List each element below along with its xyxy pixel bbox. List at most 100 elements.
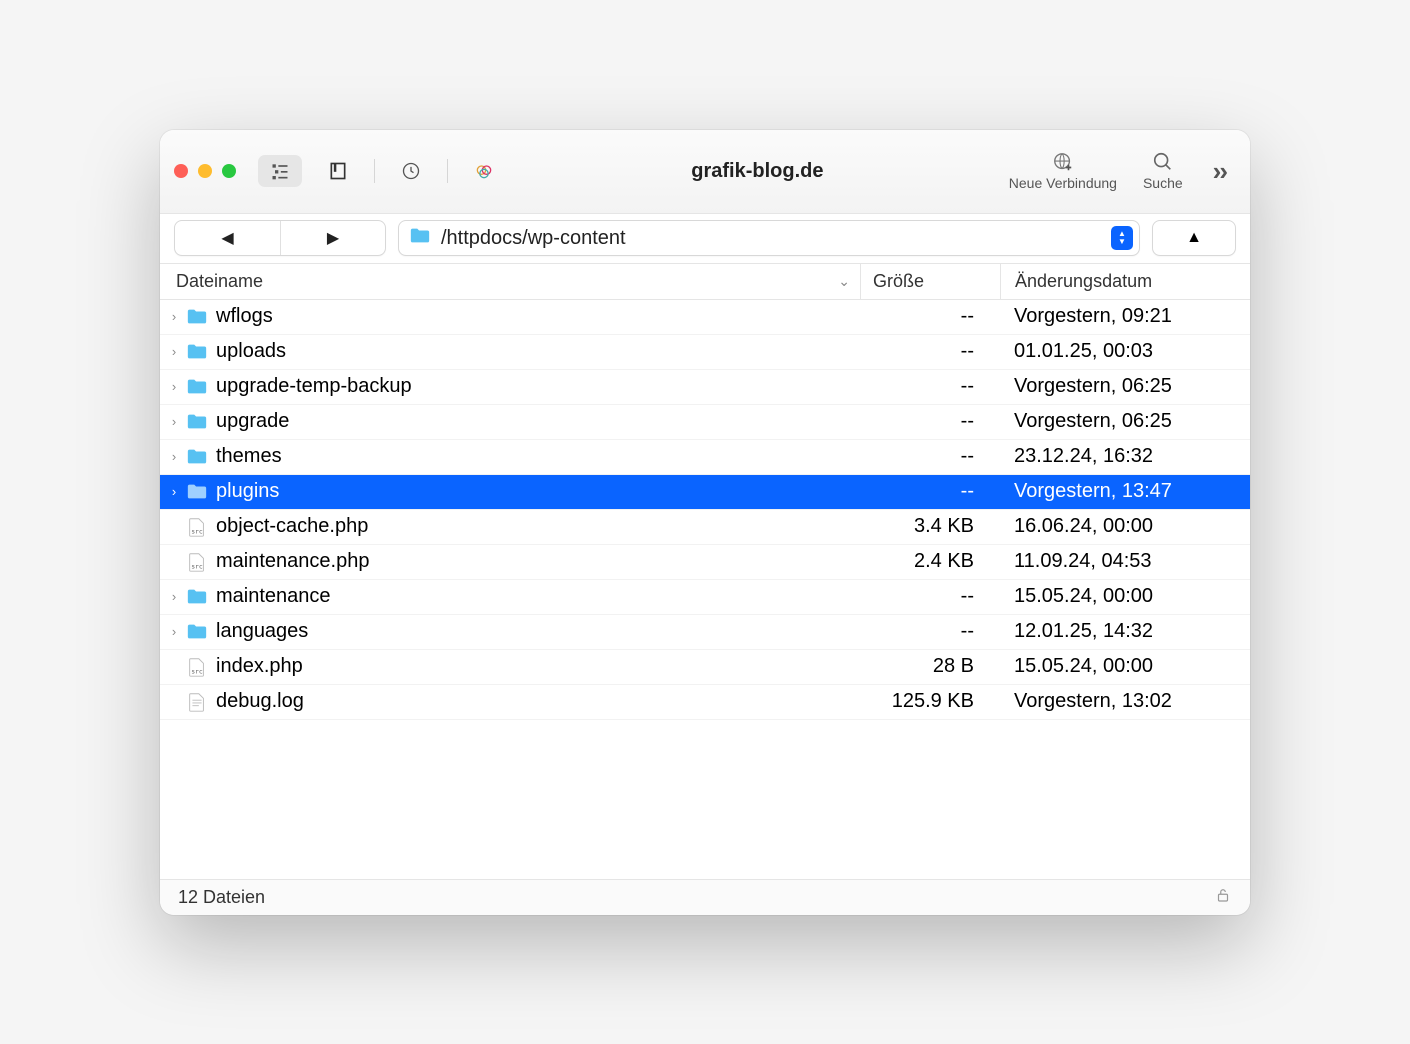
separator (447, 159, 448, 183)
folder-icon (184, 341, 210, 363)
folder-icon (184, 376, 210, 398)
disclosure-triangle-icon[interactable]: › (164, 624, 184, 639)
file-row[interactable]: › maintenance--15.05.24, 00:00 (160, 580, 1250, 615)
file-icon: src (184, 656, 210, 678)
svg-text:src: src (191, 562, 203, 570)
column-header-date[interactable]: Änderungsdatum (1000, 264, 1250, 299)
file-date: 01.01.25, 00:03 (1000, 340, 1250, 363)
cyberduck-icon (474, 161, 494, 181)
search-label: Suche (1143, 175, 1183, 191)
disclosure-triangle-icon[interactable]: › (164, 379, 184, 394)
file-date: Vorgestern, 13:47 (1000, 480, 1250, 503)
file-icon: src (184, 551, 210, 573)
disclosure-triangle-icon[interactable]: › (164, 589, 184, 604)
column-headers: Dateiname ⌄ Größe Änderungsdatum (160, 264, 1250, 300)
folder-icon (184, 481, 210, 503)
file-date: Vorgestern, 06:25 (1000, 375, 1250, 398)
forward-button[interactable]: ▶ (280, 221, 385, 255)
search-button[interactable]: Suche (1143, 151, 1183, 191)
file-size: 3.4 KB (860, 515, 1000, 538)
file-size: 28 B (860, 655, 1000, 678)
file-size: -- (860, 620, 1000, 643)
file-date: 15.05.24, 00:00 (1000, 655, 1250, 678)
column-size-label: Größe (873, 271, 924, 292)
globe-plus-icon (1052, 151, 1074, 173)
outline-view-icon (270, 161, 290, 181)
file-name: object-cache.php (210, 515, 860, 538)
file-date: 15.05.24, 00:00 (1000, 585, 1250, 608)
disclosure-triangle-icon[interactable]: › (164, 449, 184, 464)
path-text: /httpdocs/wp-content (441, 227, 1101, 250)
bookmarks-button[interactable] (316, 155, 360, 187)
status-bar: 12 Dateien (160, 879, 1250, 915)
file-size: -- (860, 585, 1000, 608)
new-connection-label: Neue Verbindung (1009, 175, 1117, 191)
file-date: 16.06.24, 00:00 (1000, 515, 1250, 538)
file-row[interactable]: srcmaintenance.php2.4 KB11.09.24, 04:53 (160, 545, 1250, 580)
back-button[interactable]: ◀ (175, 221, 280, 255)
file-row[interactable]: srcindex.php28 B15.05.24, 00:00 (160, 650, 1250, 685)
sort-indicator-icon: ⌄ (838, 273, 850, 290)
history-button[interactable] (389, 155, 433, 187)
file-name: upgrade-temp-backup (210, 375, 860, 398)
file-size: 2.4 KB (860, 550, 1000, 573)
path-dropdown[interactable]: ▲▼ (1111, 226, 1133, 250)
go-up-button[interactable]: ▲ (1152, 220, 1236, 256)
file-name: wflogs (210, 305, 860, 328)
file-name: maintenance (210, 585, 860, 608)
file-row[interactable]: ›languages--12.01.25, 14:32 (160, 615, 1250, 650)
bookmark-icon (328, 161, 348, 181)
folder-icon (184, 411, 210, 433)
disclosure-triangle-icon[interactable]: › (164, 309, 184, 324)
app-window: grafik-blog.de Neue Verbindung Suche ›› … (160, 130, 1250, 915)
file-row[interactable]: ›themes--23.12.24, 16:32 (160, 440, 1250, 475)
file-row[interactable]: ›plugins--Vorgestern, 13:47 (160, 475, 1250, 510)
path-field[interactable]: /httpdocs/wp-content ▲▼ (398, 220, 1140, 256)
column-header-name[interactable]: Dateiname ⌄ (176, 271, 860, 292)
file-name: plugins (210, 480, 860, 503)
toolbar-right: Neue Verbindung Suche ›› (1009, 151, 1230, 191)
file-row[interactable]: › upgrade-temp-backup--Vorgestern, 06:25 (160, 370, 1250, 405)
folder-icon (184, 621, 210, 643)
file-size: 125.9 KB (860, 690, 1000, 713)
file-size: -- (860, 445, 1000, 468)
file-size: -- (860, 305, 1000, 328)
status-text: 12 Dateien (178, 887, 265, 908)
file-row[interactable]: srcobject-cache.php3.4 KB16.06.24, 00:00 (160, 510, 1250, 545)
app-logo-button[interactable] (462, 155, 506, 187)
close-window-button[interactable] (174, 164, 188, 178)
disclosure-triangle-icon[interactable]: › (164, 344, 184, 359)
file-date: Vorgestern, 06:25 (1000, 410, 1250, 433)
file-row[interactable]: ›uploads--01.01.25, 00:03 (160, 335, 1250, 370)
window-title: grafik-blog.de (506, 160, 1009, 183)
file-date: Vorgestern, 09:21 (1000, 305, 1250, 328)
file-row[interactable]: debug.log125.9 KBVorgestern, 13:02 (160, 685, 1250, 720)
clock-icon (401, 161, 421, 181)
file-row[interactable]: ›upgrade--Vorgestern, 06:25 (160, 405, 1250, 440)
separator (374, 159, 375, 183)
minimize-window-button[interactable] (198, 164, 212, 178)
file-row[interactable]: › wflogs--Vorgestern, 09:21 (160, 300, 1250, 335)
disclosure-triangle-icon[interactable]: › (164, 484, 184, 499)
disclosure-triangle-icon[interactable]: › (164, 414, 184, 429)
file-size: -- (860, 340, 1000, 363)
column-name-label: Dateiname (176, 271, 263, 292)
browser-view-button[interactable] (258, 155, 302, 187)
file-name: maintenance.php (210, 550, 860, 573)
file-size: -- (860, 375, 1000, 398)
more-toolbar-button[interactable]: ›› (1209, 156, 1230, 187)
file-date: 12.01.25, 14:32 (1000, 620, 1250, 643)
file-list[interactable]: ›wflogs--Vorgestern, 09:21›uploads--01.0… (160, 300, 1250, 879)
lock-icon (1214, 886, 1232, 909)
column-header-size[interactable]: Größe (860, 264, 1000, 299)
window-controls (174, 164, 236, 178)
search-icon (1152, 151, 1174, 173)
file-icon: src (184, 516, 210, 538)
titlebar: grafik-blog.de Neue Verbindung Suche ›› (160, 130, 1250, 214)
file-name: upgrade (210, 410, 860, 433)
svg-text:src: src (191, 667, 203, 675)
zoom-window-button[interactable] (222, 164, 236, 178)
file-date: 23.12.24, 16:32 (1000, 445, 1250, 468)
folder-icon (184, 306, 210, 328)
new-connection-button[interactable]: Neue Verbindung (1009, 151, 1117, 191)
